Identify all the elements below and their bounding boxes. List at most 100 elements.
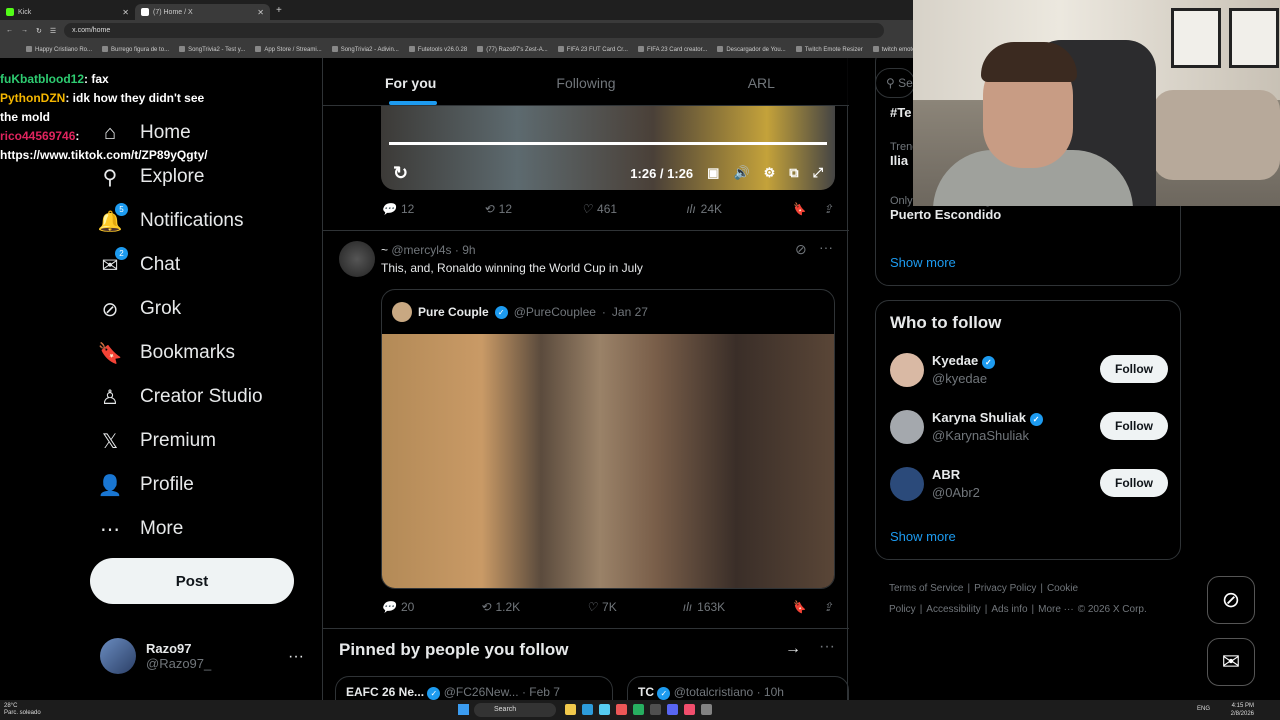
more-icon[interactable]: ··· — [819, 638, 835, 656]
footer-link[interactable]: Ads info — [991, 604, 1027, 615]
tab-following[interactable]: Following — [498, 58, 673, 105]
bookmark-item[interactable]: App Store / Streami... — [255, 46, 321, 53]
footer-link[interactable]: Privacy Policy — [974, 583, 1036, 594]
avatar[interactable] — [890, 410, 924, 444]
forward-icon[interactable]: → — [21, 27, 28, 34]
nav-item-chat[interactable]: ✉ 2 Chat — [98, 247, 180, 280]
taskbar-search[interactable]: Search — [474, 703, 556, 717]
follow-suggestion[interactable]: Kyedae ✓ @kyedae Follow — [890, 351, 1168, 391]
bookmark-item[interactable]: Futetools v26.0.28 — [409, 46, 467, 53]
messages-fab-icon[interactable]: ✉ — [1207, 638, 1255, 686]
views-button[interactable]: ılı 163K — [683, 600, 725, 614]
quote-media-image[interactable] — [382, 334, 834, 588]
nav-item-profile[interactable]: 👤 Profile — [98, 470, 194, 500]
show-more-link[interactable]: Show more — [890, 255, 956, 270]
author-name[interactable]: ~ — [381, 243, 388, 257]
tweet-time[interactable]: 9h — [462, 243, 475, 257]
chrome-icon[interactable] — [616, 704, 627, 715]
avatar[interactable] — [890, 467, 924, 501]
share-icon[interactable]: ⇪ — [823, 600, 833, 614]
follow-button[interactable]: Follow — [1100, 355, 1168, 383]
more-icon[interactable]: ··· — [288, 648, 304, 666]
close-tab-icon[interactable]: ✕ — [122, 8, 129, 17]
follow-button[interactable]: Follow — [1100, 412, 1168, 440]
bookmark-item[interactable]: Descargador de You... — [717, 46, 785, 53]
bookmark-item[interactable]: Happy Cristiano Ro... — [26, 46, 92, 53]
pinned-card[interactable]: TC ✓ @totalcristiano · 10h — [627, 676, 849, 700]
footer-link[interactable]: © 2026 X Corp. — [1078, 604, 1147, 615]
more-icon[interactable]: ··· — [819, 239, 833, 255]
close-tab-icon[interactable]: ✕ — [257, 8, 264, 17]
post-button[interactable]: Post — [90, 558, 294, 604]
repost-button[interactable]: ⟲ 1.2K — [480, 600, 520, 614]
author-handle[interactable]: @mercyl4s — [391, 243, 451, 257]
quoted-tweet[interactable]: Pure Couple ✓ @PureCouplee · Jan 27 — [381, 289, 835, 589]
show-more-link[interactable]: Show more — [890, 529, 956, 544]
discord-icon[interactable] — [667, 704, 678, 715]
nav-item-grok[interactable]: ⊘ Grok — [98, 294, 182, 324]
follow-button[interactable]: Follow — [1100, 469, 1168, 497]
nav-item-more[interactable]: ⋯ More — [98, 514, 183, 544]
browser-tab-kick[interactable]: Kick ✕ — [0, 4, 135, 20]
video-player[interactable]: ↻ 1:26 / 1:26 ▣ 🔊 ⚙ ⧉ ⤢ — [381, 106, 835, 190]
obs-icon[interactable] — [701, 704, 712, 715]
bookmark-item[interactable]: Burrego figura de to... — [102, 46, 169, 53]
trend-item[interactable]: #Te — [890, 105, 911, 120]
bookmark-item[interactable]: FIFA 23 Card creator... — [638, 46, 707, 53]
edge-icon[interactable] — [582, 704, 593, 715]
bookmark-item[interactable]: SongTrivia2 - Test y... — [179, 46, 245, 53]
url-field[interactable]: x.com/home — [64, 23, 885, 38]
nav-item-explore[interactable]: ⚲ Explore — [98, 162, 205, 192]
like-button[interactable]: ♡ 7K — [586, 600, 616, 614]
reply-button[interactable]: 💬 12 — [381, 202, 414, 216]
pinned-card[interactable]: EAFC 26 Ne... ✓ @FC26New... · Feb 7 — [335, 676, 613, 700]
bookmark-icon[interactable]: 🔖 — [791, 600, 806, 614]
like-button[interactable]: ♡ 461 — [581, 202, 617, 216]
footer-link[interactable]: Accessibility — [926, 604, 980, 615]
back-icon[interactable]: ← — [6, 27, 13, 34]
footer-link[interactable]: More ··· — [1038, 604, 1074, 615]
clock[interactable]: 4:15 PM 2/8/2026 — [1231, 702, 1254, 718]
volume-icon[interactable]: 🔊 — [733, 165, 749, 181]
weather-widget[interactable]: 28°C Parc. soleado — [4, 703, 41, 717]
repost-button[interactable]: ⟲ 12 — [484, 202, 512, 216]
bookmark-item[interactable]: (77) Razo97's Zest-A... — [477, 46, 548, 53]
fullscreen-icon[interactable]: ⤢ — [813, 165, 823, 181]
file-explorer-icon[interactable] — [565, 704, 576, 715]
share-icon[interactable]: ⇪ — [823, 202, 833, 216]
bookmark-icon[interactable]: 🔖 — [791, 202, 806, 216]
language-indicator[interactable]: ENG — [1197, 706, 1210, 712]
views-button[interactable]: ılı 24K — [686, 202, 722, 216]
steam-icon[interactable] — [650, 704, 661, 715]
music-icon[interactable] — [684, 704, 695, 715]
nav-item-premium[interactable]: 𝕏 Premium — [98, 426, 216, 456]
nav-item-bookmarks[interactable]: 🔖 Bookmarks — [98, 338, 235, 368]
windows-start-icon[interactable] — [458, 704, 469, 715]
reload-icon[interactable]: ↻ — [36, 27, 42, 35]
browser-tab-x[interactable]: (7) Home / X ✕ — [135, 4, 270, 20]
captions-icon[interactable]: ▣ — [707, 165, 719, 181]
avatar[interactable] — [339, 241, 375, 277]
replay-icon[interactable]: ↻ — [393, 163, 408, 184]
settings-icon[interactable]: ⚙ — [764, 165, 776, 181]
avatar[interactable] — [890, 353, 924, 387]
reply-button[interactable]: 💬 20 — [381, 600, 414, 614]
grok-fab-icon[interactable]: ⊘ — [1207, 576, 1255, 624]
site-info-icon[interactable]: ☰ — [50, 27, 56, 35]
nav-item-notifications[interactable]: 🔔 5 Notifications — [98, 203, 244, 236]
spotify-icon[interactable] — [633, 704, 644, 715]
tab-arl[interactable]: ARL — [674, 58, 849, 105]
arrow-right-icon[interactable]: → — [785, 640, 801, 658]
tab-for-you[interactable]: For you — [323, 58, 498, 105]
account-switcher[interactable]: Razo97 @Razo97_ ··· — [100, 638, 304, 674]
video-progress-bar[interactable] — [389, 142, 827, 145]
follow-suggestion[interactable]: ABR @0Abr2 Follow — [890, 465, 1168, 505]
grok-icon[interactable]: ⊘ — [795, 241, 807, 258]
new-tab-icon[interactable]: + — [276, 5, 282, 16]
footer-link[interactable]: Terms of Service — [889, 583, 963, 594]
follow-suggestion[interactable]: Karyna Shuliak ✓ @KarynaShuliak Follow — [890, 408, 1168, 448]
bookmark-item[interactable]: SongTrivia2 - Adivin... — [332, 46, 399, 53]
nav-item-creator-studio[interactable]: ♙ Creator Studio — [98, 382, 262, 412]
pip-icon[interactable]: ⧉ — [789, 165, 798, 181]
bookmark-item[interactable]: FIFA 23 FUT Card Cr... — [558, 46, 628, 53]
